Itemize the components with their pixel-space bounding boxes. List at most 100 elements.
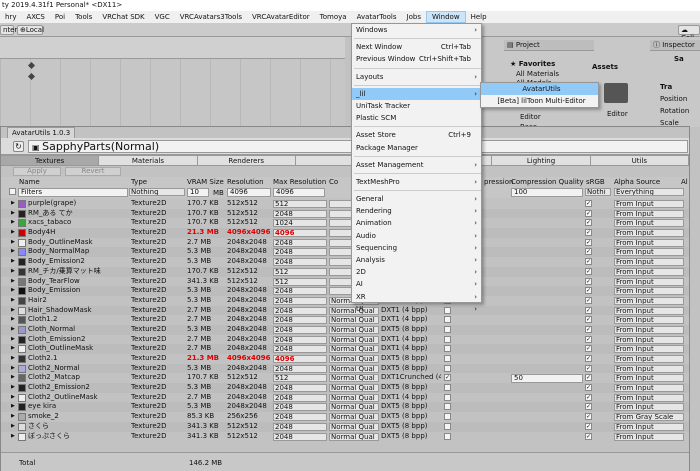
col-srgb[interactable]: sRGB (586, 177, 605, 187)
all-materials-item[interactable]: All Materials (516, 70, 559, 78)
max-resolution-dropdown[interactable]: 2048 (273, 432, 327, 441)
filter-srgb-dropdown[interactable]: Nothi (585, 188, 611, 196)
menu-window[interactable]: Window (425, 11, 466, 23)
texture-name[interactable]: Body4H (28, 228, 128, 238)
expand-arrow-icon[interactable]: ▶ (11, 218, 15, 228)
compression-dropdown[interactable]: Normal Qual (329, 325, 379, 334)
srgb-checkbox[interactable]: ✓ (585, 277, 592, 285)
table-row[interactable]: ▶ RM_チカ/乗算マット味 Texture2D 170.7 KB 512x512 512… (1, 266, 689, 277)
table-row[interactable]: ▶ さくら Texture2D 341.3 KB 512x512 2048 Normal Q… (1, 421, 689, 432)
texture-name[interactable]: eye kira (28, 402, 128, 412)
menu-item-audio[interactable]: Audio › (352, 230, 481, 242)
max-resolution-dropdown[interactable]: 4096 (273, 229, 327, 238)
table-row[interactable]: ▶ Body_TearFlow Texture2D 341.3 KB 512x512 51… (1, 277, 689, 287)
menu-item-ui[interactable]: UI › (352, 303, 481, 315)
max-resolution-dropdown[interactable]: 2048 (273, 422, 327, 431)
texture-name[interactable]: Body_Emission2 (28, 257, 128, 267)
srgb-checkbox[interactable]: ✓ (585, 287, 592, 295)
srgb-checkbox[interactable]: ✓ (585, 248, 592, 256)
menu-item-sequencing[interactable]: Sequencing › (352, 242, 481, 254)
col-type[interactable]: Type (131, 177, 147, 187)
alpha-source-dropdown[interactable]: From Input (614, 364, 684, 373)
alpha-source-dropdown[interactable]: From Input (614, 374, 684, 383)
texture-name[interactable]: Body_OutlineMask (28, 238, 128, 248)
max-resolution-dropdown[interactable]: 512 (273, 200, 327, 208)
filter-alpha-dropdown[interactable]: Everything (614, 188, 684, 196)
folder-icon[interactable] (604, 83, 628, 103)
srgb-checkbox[interactable]: ✓ (585, 258, 592, 266)
compression-dropdown[interactable]: Normal Qual (329, 413, 379, 422)
alpha-source-dropdown[interactable]: From Input (614, 258, 684, 267)
table-row[interactable]: ▶ Cloth1.2 Texture2D 2.7 MB 2048x2048 2048 Nor… (1, 315, 689, 325)
srgb-checkbox[interactable]: ✓ (585, 355, 592, 362)
tab-materials[interactable]: Materials (99, 155, 198, 166)
col-resolution[interactable]: Resolution (227, 177, 264, 187)
compression-dropdown[interactable]: Normal Qual (329, 345, 379, 354)
srgb-checkbox[interactable]: ✓ (585, 374, 592, 382)
alpha-source-dropdown[interactable]: From Input (614, 393, 684, 402)
table-row[interactable]: ▶ Cloth_Emission2 Texture2D 2.7 MB 2048x2048… (1, 335, 689, 345)
compression-dropdown[interactable]: Normal Qual (329, 364, 379, 373)
expand-arrow-icon[interactable]: ▶ (11, 393, 15, 403)
expand-arrow-icon[interactable]: ▶ (11, 277, 15, 287)
alpha-source-dropdown[interactable]: From Input (614, 316, 684, 325)
expand-arrow-icon[interactable]: ▶ (11, 383, 15, 393)
editor-tree-item[interactable]: Editor (520, 113, 541, 121)
table-row[interactable]: ▶ Body4H Texture2D 21.3 MB 4096x4096 4096 ✓ Fro… (1, 228, 689, 238)
menu-item-xr[interactable]: XR › (352, 291, 481, 303)
crunch-checkbox[interactable] (444, 316, 451, 324)
max-resolution-dropdown[interactable]: 2048 (273, 393, 327, 402)
srgb-checkbox[interactable]: ✓ (585, 296, 592, 304)
filter-quality-input[interactable]: 100 (511, 188, 583, 197)
alpha-source-dropdown[interactable]: From Input (614, 267, 684, 276)
crunch-checkbox[interactable] (444, 384, 451, 392)
compression-dropdown[interactable]: Normal Qual (329, 422, 379, 431)
tab-textures[interactable]: Textures (1, 155, 100, 166)
srgb-checkbox[interactable]: ✓ (585, 422, 592, 430)
alpha-source-dropdown[interactable]: From Input (614, 200, 684, 208)
srgb-checkbox[interactable]: ✓ (585, 335, 592, 343)
filter-maxres-input[interactable]: 4096 (273, 188, 325, 197)
crunch-checkbox[interactable] (444, 413, 451, 421)
pivot-center-button[interactable]: nter (0, 25, 17, 35)
menu-tomoya[interactable]: Tomoya (315, 11, 352, 23)
timeline-grid[interactable] (0, 59, 345, 127)
srgb-checkbox[interactable]: ✓ (585, 432, 592, 440)
max-resolution-dropdown[interactable]: 2048 (273, 403, 327, 412)
table-row[interactable]: ▶ Hair_ShadowMask Texture2D 2.7 MB 2048x2048… (1, 305, 689, 316)
srgb-checkbox[interactable]: ✓ (585, 267, 592, 275)
max-resolution-dropdown[interactable]: 2048 (273, 238, 327, 247)
alpha-source-dropdown[interactable]: From Input (614, 384, 684, 393)
texture-name[interactable]: Cloth_Normal (28, 325, 128, 335)
menu-item-general[interactable]: General › (352, 193, 481, 205)
max-resolution-dropdown[interactable]: 512 (273, 277, 327, 286)
alpha-source-dropdown[interactable]: From Input (614, 422, 684, 431)
col-compression-tail[interactable]: pression (484, 177, 513, 187)
texture-name[interactable]: xacs_tabaco (28, 218, 128, 228)
srgb-checkbox[interactable]: ✓ (585, 345, 592, 353)
alpha-source-dropdown[interactable]: From Input (614, 355, 684, 363)
table-row[interactable]: ▶ eye kira Texture2D 5.3 MB 2048x2048 2048 Nor… (1, 402, 689, 413)
timeline-ruler[interactable] (0, 37, 345, 59)
menu-item-animation[interactable]: Animation › (352, 217, 481, 229)
srgb-checkbox[interactable]: ✓ (585, 316, 592, 324)
quality-input[interactable]: 50 (511, 374, 583, 384)
filter-checkbox[interactable] (9, 188, 16, 195)
table-row[interactable]: ▶ Body_NormalMap Texture2D 5.3 MB 2048x2048 2… (1, 247, 689, 258)
srgb-checkbox[interactable]: ✓ (585, 219, 592, 227)
max-resolution-dropdown[interactable]: 2048 (273, 258, 327, 267)
table-row[interactable]: ▶ Hair2 Texture2D 5.3 MB 2048x2048 2048 Normal… (1, 296, 689, 306)
menu-item-rendering[interactable]: Rendering › (352, 205, 481, 217)
alpha-source-dropdown[interactable]: From Gray Scale (614, 413, 684, 422)
max-resolution-dropdown[interactable]: 2048 (273, 209, 327, 218)
tab-renderers[interactable]: Renderers (197, 155, 296, 166)
table-row[interactable]: ▶ Body_Emission2 Texture2D 5.3 MB 2048x2048 2… (1, 257, 689, 267)
alpha-source-dropdown[interactable]: From Input (614, 277, 684, 286)
inspector-tab[interactable]: ⓘ Inspector (650, 40, 700, 51)
apply-button[interactable]: Apply (13, 167, 61, 176)
expand-arrow-icon[interactable]: ▶ (11, 228, 15, 238)
table-row[interactable]: ▶ Cloth2.1 Texture2D 21.3 MB 4096x4096 4096 No… (1, 354, 689, 364)
animation-timeline[interactable] (0, 37, 345, 127)
table-row[interactable]: ▶ RM_ある てか Texture2D 170.7 KB 512x512 2048 ✓ Fr… (1, 208, 689, 219)
crunch-checkbox[interactable] (444, 355, 451, 362)
